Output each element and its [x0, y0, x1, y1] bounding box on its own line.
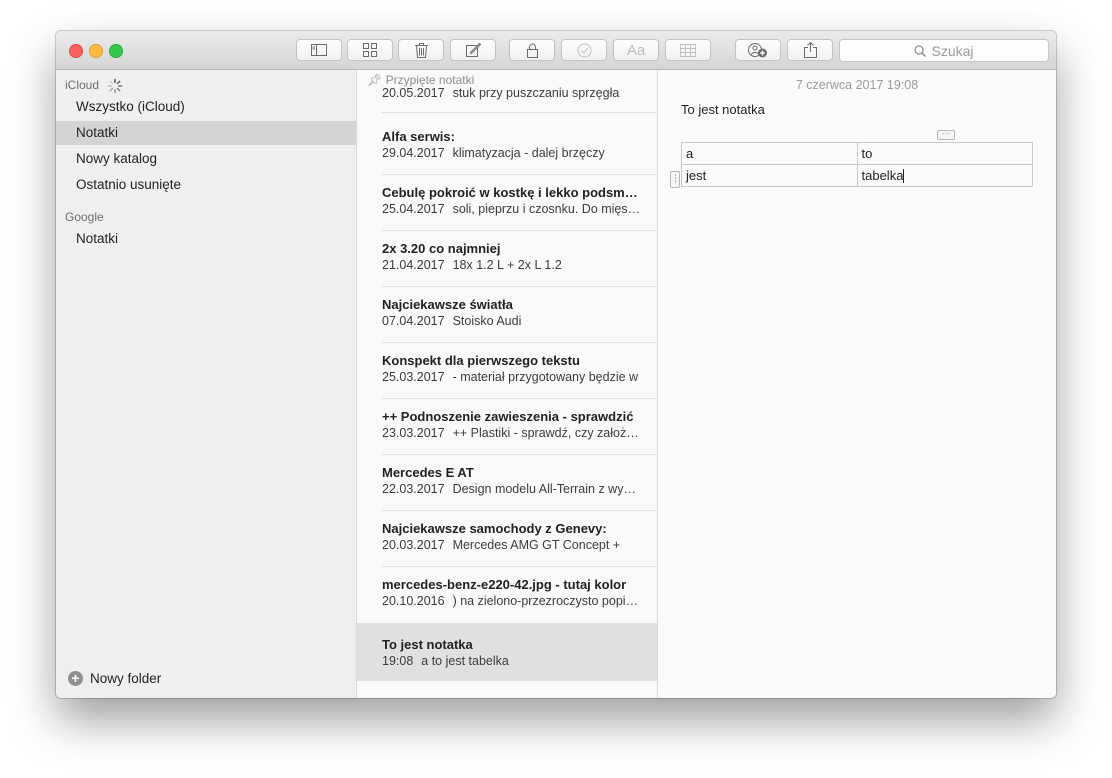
- lock-icon: [526, 43, 538, 58]
- format-button[interactable]: Aa: [613, 39, 659, 61]
- table-cell-active[interactable]: tabelka: [856, 164, 1033, 187]
- sidebar-item-google-notes[interactable]: Notatki: [56, 227, 356, 251]
- list-item[interactable]: Alfa serwis: 29.04.2017 klimatyzacja - da…: [357, 119, 657, 175]
- icloud-header: iCloud: [65, 78, 100, 92]
- sidebar-item-recently-deleted[interactable]: Ostatnio usunięte: [56, 173, 356, 197]
- table-cell[interactable]: a: [681, 142, 858, 165]
- notes-list: 📌︎ Przypięte notatki 20.05.2017 stuk przy…: [357, 70, 658, 698]
- table-cell[interactable]: jest: [681, 164, 858, 187]
- grid-icon: [363, 43, 377, 57]
- new-folder-button[interactable]: + Nowy folder: [68, 668, 161, 688]
- list-item[interactable]: 20.05.2017 stuk przy puszczaniu sprzęgła: [357, 70, 657, 113]
- share-icon: [803, 42, 817, 58]
- list-item[interactable]: Cebulę pokroić w kostkę i lekko podsmaży…: [357, 175, 657, 231]
- search-placeholder: Szukaj: [931, 42, 974, 59]
- lock-button[interactable]: [509, 39, 555, 61]
- attachments-button[interactable]: [347, 39, 393, 61]
- toolbar: Aa Szukaj: [56, 31, 1056, 70]
- note-table[interactable]: a to jest tabelka: [681, 142, 1033, 187]
- add-people-icon: [748, 43, 767, 58]
- compose-icon: [465, 43, 481, 57]
- table-row: jest tabelka: [681, 164, 1033, 187]
- trash-icon: [414, 42, 428, 58]
- delete-button[interactable]: [398, 39, 444, 61]
- list-item[interactable]: Mercedes E AT 22.03.2017 Design modelu Al…: [357, 455, 657, 511]
- table-row: a to: [681, 142, 1033, 165]
- sidebar-item-all-icloud[interactable]: Wszystko (iCloud): [56, 95, 356, 119]
- zoom-window-button[interactable]: [109, 44, 123, 58]
- add-people-button[interactable]: [735, 39, 781, 61]
- share-button[interactable]: [787, 39, 833, 61]
- checkmark-icon: [577, 43, 591, 57]
- row-handle-icon[interactable]: ⋮: [670, 171, 680, 188]
- list-item[interactable]: ++ Podnoszenie zawieszenia - sprawdzić 2…: [357, 399, 657, 455]
- google-header: Google: [65, 210, 104, 224]
- toggle-sidebar-button[interactable]: [296, 39, 342, 61]
- list-item[interactable]: Najciekawsze samochody z Genevy: 20.03.2…: [357, 511, 657, 567]
- column-handle-icon[interactable]: ···: [937, 130, 955, 140]
- compose-button[interactable]: [450, 39, 496, 61]
- sidebar-icon: [311, 44, 327, 56]
- note-editor[interactable]: 7 czerwca 2017 19:08 To jest notatka ···…: [658, 70, 1056, 698]
- list-item[interactable]: Najciekawsze światła 07.04.2017 Stoisko A…: [357, 287, 657, 343]
- list-item[interactable]: mercedes-benz-e220-42.jpg - tutaj kolor …: [357, 567, 657, 623]
- search-input[interactable]: Szukaj: [839, 39, 1049, 62]
- list-item[interactable]: Konspekt dla pierwszego tekstu 25.03.201…: [357, 343, 657, 399]
- search-icon: [914, 44, 927, 57]
- note-date: 7 czerwca 2017 19:08: [795, 78, 919, 92]
- minimize-window-button[interactable]: [89, 44, 103, 58]
- notes-window: Aa Szukaj iCloud Wszystko (iCloud) Notat…: [56, 31, 1056, 698]
- table-cell[interactable]: to: [856, 142, 1033, 165]
- note-body-text[interactable]: To jest notatka: [681, 102, 765, 117]
- table-icon: [680, 43, 696, 57]
- text-cursor: [903, 169, 905, 184]
- sync-spinner-icon: [107, 78, 123, 94]
- folders-sidebar: iCloud Wszystko (iCloud) Notatki Nowy ka…: [56, 70, 357, 698]
- new-folder-label: Nowy folder: [90, 670, 162, 686]
- sidebar-item-new-folder[interactable]: Nowy katalog: [56, 147, 356, 171]
- font-icon: Aa: [626, 41, 646, 59]
- sidebar-item-notes[interactable]: Notatki: [56, 121, 356, 145]
- checklist-button[interactable]: [561, 39, 607, 61]
- table-button[interactable]: [665, 39, 711, 61]
- plus-icon: +: [68, 670, 83, 686]
- list-item[interactable]: 2x 3.20 co najmniej 21.04.2017 18x 1.2 L …: [357, 231, 657, 287]
- close-window-button[interactable]: [69, 44, 83, 58]
- list-item-selected[interactable]: To jest notatka 19:08 a to jest tabelka: [357, 623, 657, 681]
